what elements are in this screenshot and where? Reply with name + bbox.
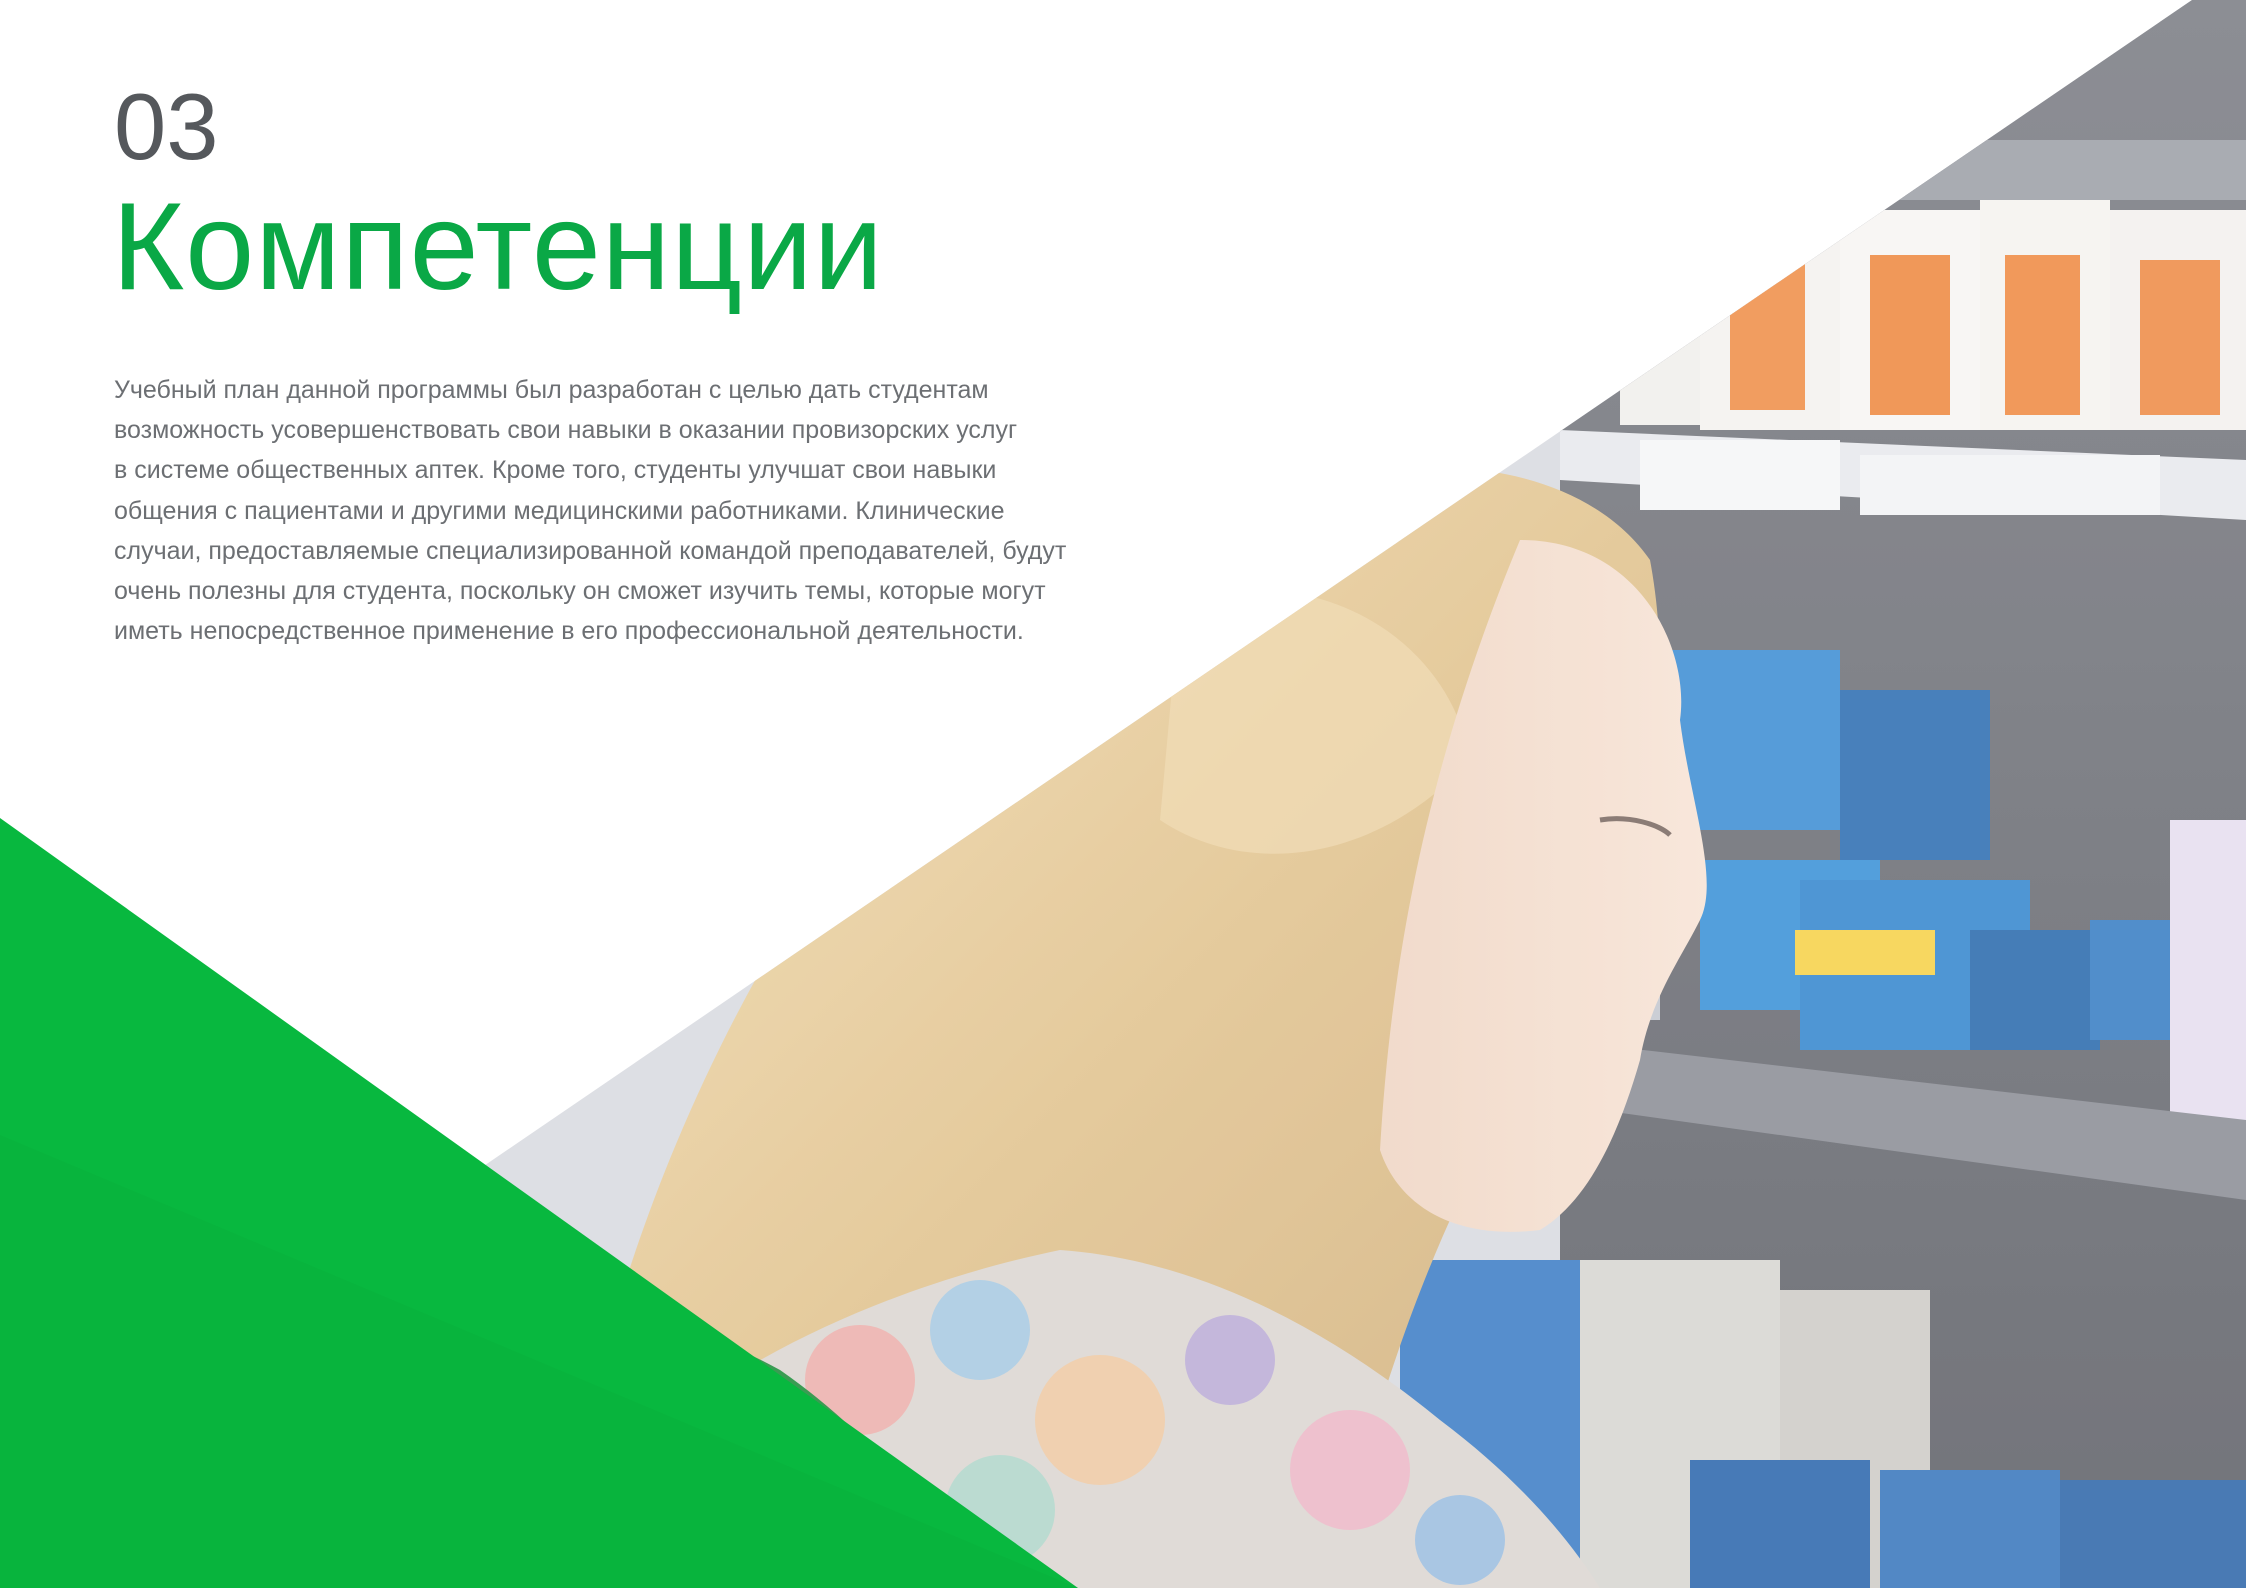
body-line: Учебный план данной программы был разраб…	[114, 376, 989, 404]
body-line: очень полезны для студента, поскольку он…	[114, 577, 1046, 606]
section-title: Компетенции	[112, 178, 884, 316]
section-number: 03	[114, 74, 219, 179]
body-paragraph: Учебный план данной программы был разраб…	[114, 370, 1134, 651]
body-line: общения с пациентами и другими медицинск…	[114, 496, 1005, 525]
body-line: в системе общественных аптек. Кроме того…	[114, 456, 997, 485]
page: 03 Компетенции Учебный план данной прогр…	[0, 0, 2246, 1588]
body-line: случаи, предоставляемые специализированн…	[114, 536, 1067, 565]
body-line: возможность усовершенствовать свои навык…	[114, 416, 1018, 445]
body-line: иметь непосредственное применение в его …	[114, 617, 1024, 646]
